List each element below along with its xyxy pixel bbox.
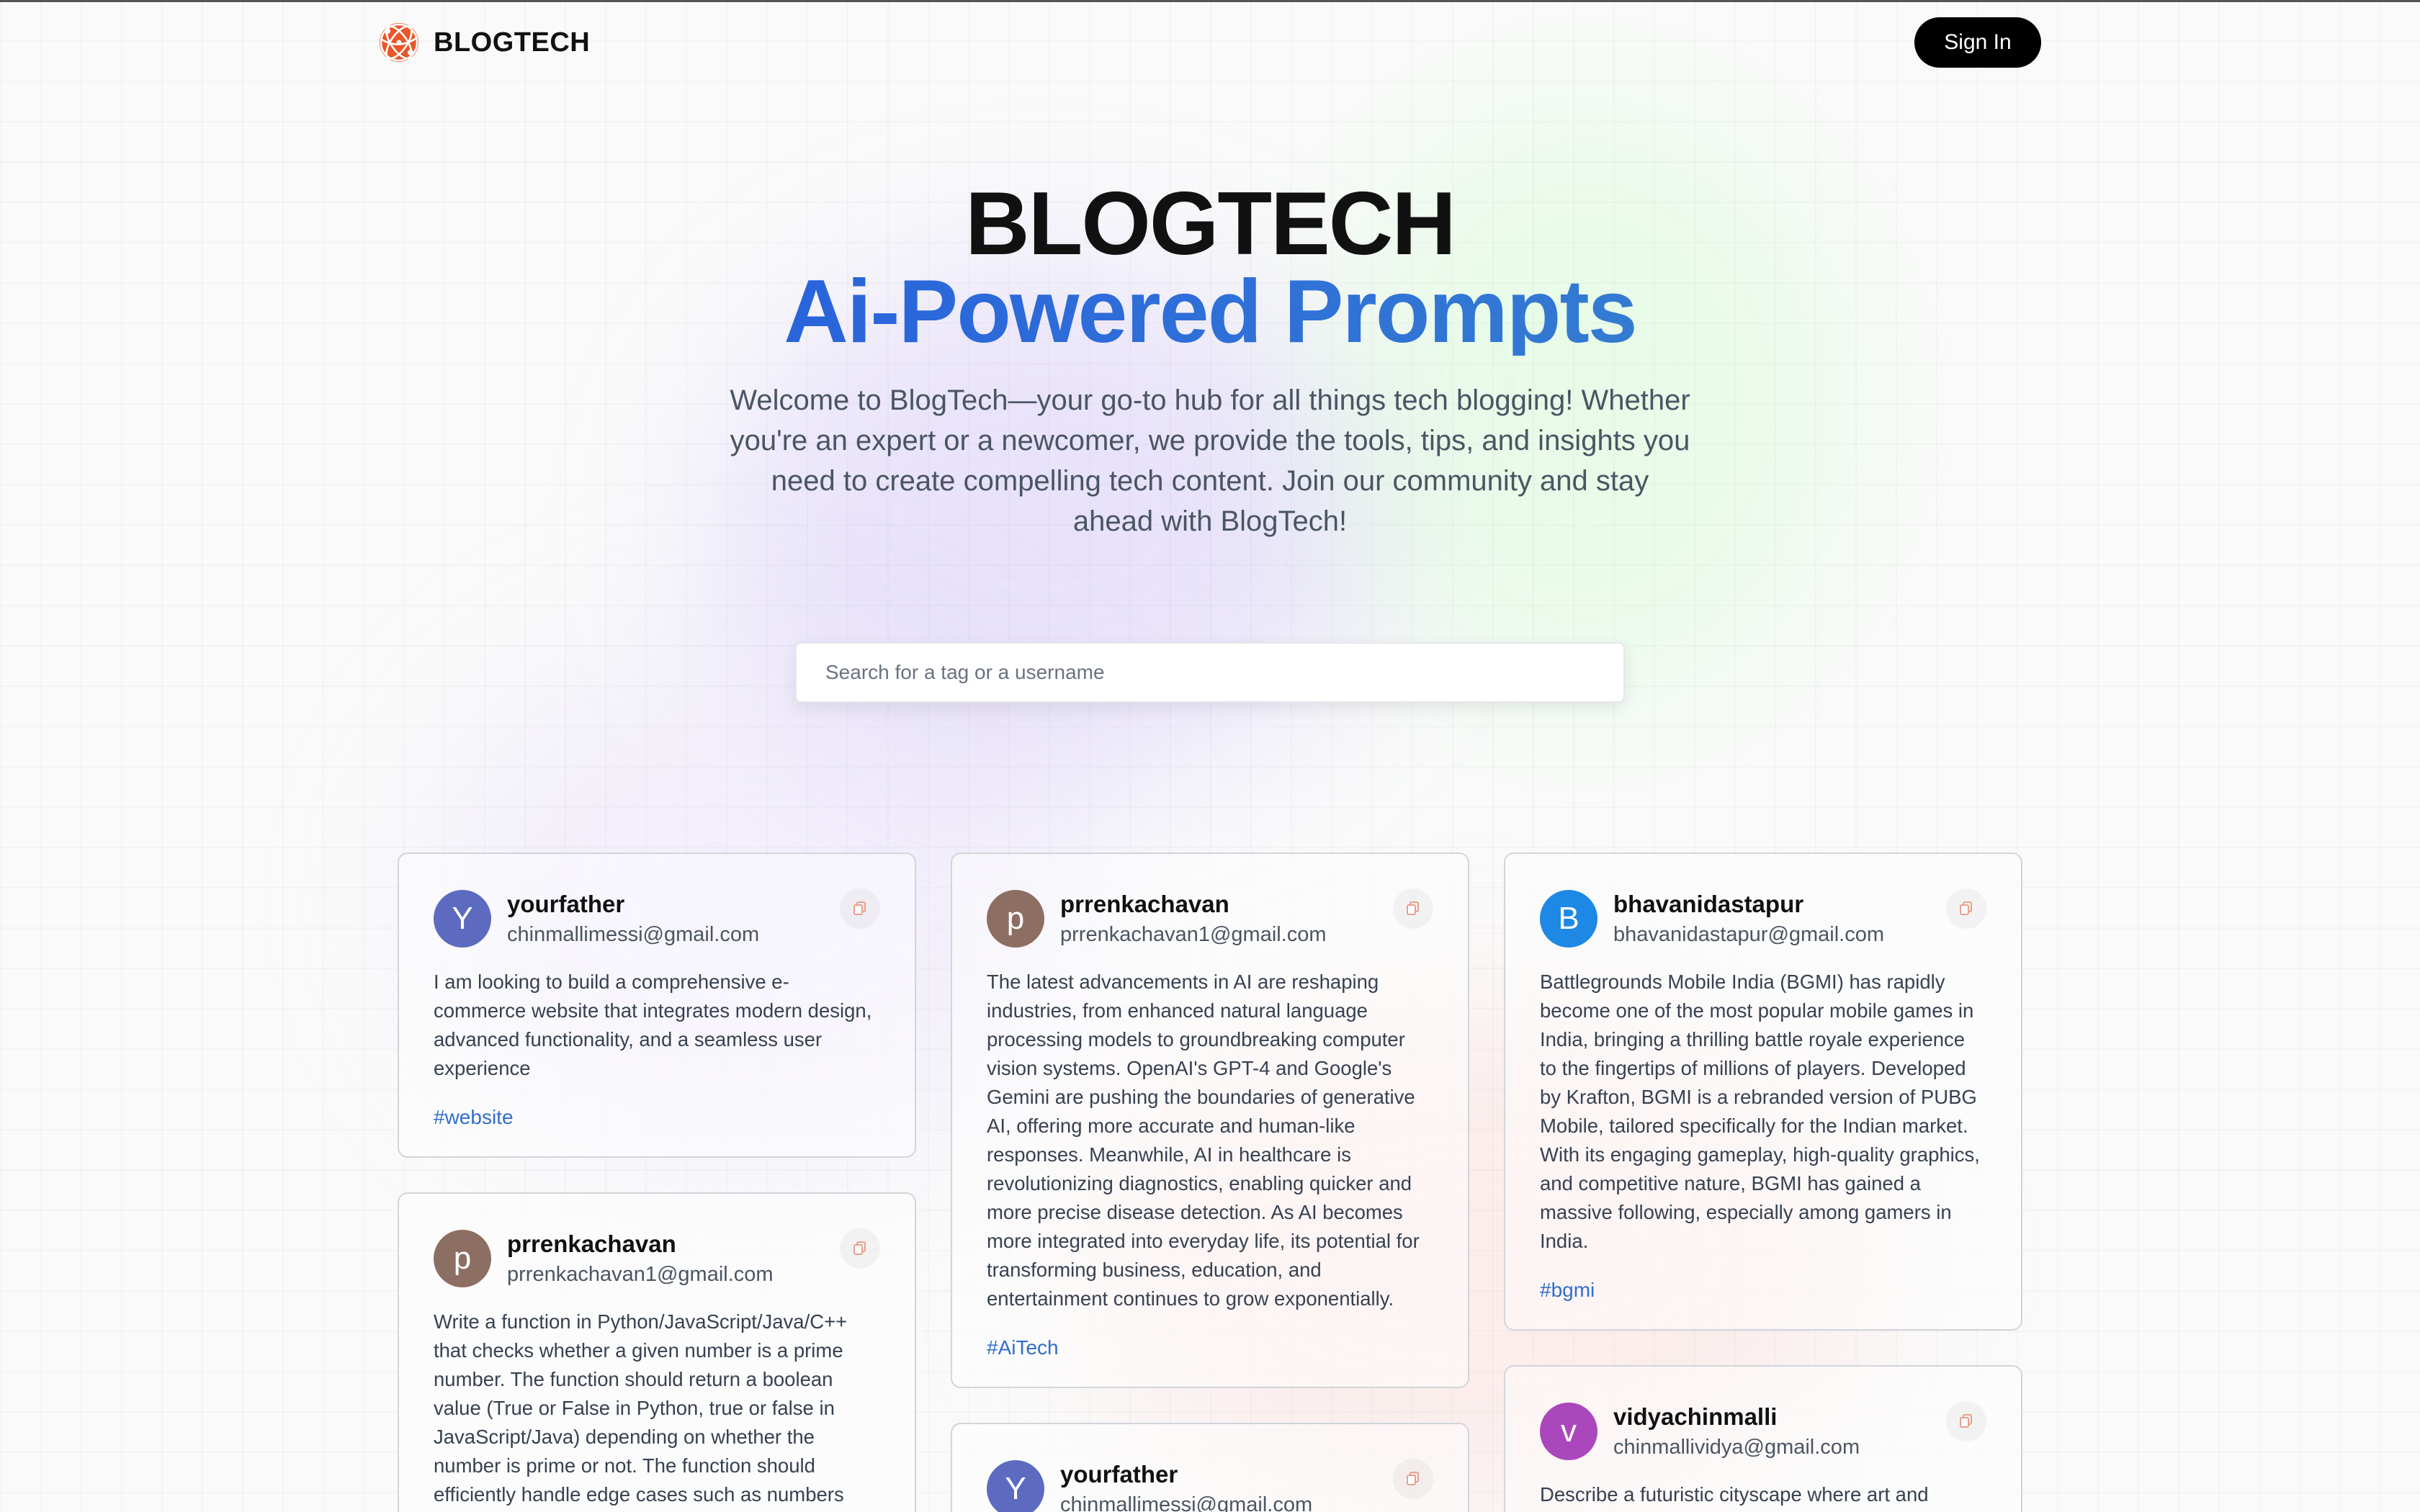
avatar[interactable]: B bbox=[1540, 890, 1597, 948]
avatar[interactable]: Y bbox=[987, 1460, 1044, 1512]
user-email: chinmallimessi@gmail.com bbox=[507, 923, 760, 946]
copy-button[interactable] bbox=[1946, 1401, 1986, 1441]
prompt-card[interactable]: Y yourfather chinmallimessi@gmail.com bbox=[951, 1423, 1469, 1512]
avatar[interactable]: p bbox=[434, 1230, 491, 1287]
feed-column: Y yourfather chinmallimessi@gmail.com I … bbox=[398, 852, 916, 1512]
copy-button[interactable] bbox=[1393, 1459, 1433, 1499]
prompt-text: The latest advancements in AI are reshap… bbox=[987, 971, 1420, 1310]
username[interactable]: vidyachinmalli bbox=[1613, 1401, 1946, 1433]
navbar: BLOGTECH Sign In bbox=[377, 17, 2041, 68]
search-form bbox=[795, 642, 1625, 703]
prompt-tag[interactable]: #website bbox=[434, 1103, 514, 1132]
prompt-feed: Y yourfather chinmallimessi@gmail.com I … bbox=[398, 852, 2022, 1512]
hero-subtitle: Ai-Powered Prompts bbox=[0, 267, 2420, 356]
sign-in-button[interactable]: Sign In bbox=[1914, 17, 2041, 68]
user-email: prrenkachavan1@gmail.com bbox=[507, 1263, 774, 1286]
brand-name: BLOGTECH bbox=[434, 27, 591, 58]
copy-icon bbox=[1405, 900, 1421, 918]
brand-link[interactable]: BLOGTECH bbox=[377, 21, 590, 64]
username[interactable]: yourfather bbox=[507, 888, 840, 920]
prompt-card[interactable]: p prrenkachavan prrenkachavan1@gmail.com… bbox=[951, 852, 1469, 1388]
prompt-card[interactable]: v vidyachinmalli chinmallividya@gmail.co… bbox=[1504, 1365, 2022, 1512]
username[interactable]: prrenkachavan bbox=[1060, 888, 1393, 920]
copy-icon bbox=[1405, 1470, 1421, 1488]
prompt-card[interactable]: B bhavanidastapur bhavanidastapur@gmail.… bbox=[1504, 852, 2022, 1331]
copy-button[interactable] bbox=[1393, 888, 1433, 929]
globe-logo-icon bbox=[377, 21, 421, 64]
avatar[interactable]: p bbox=[987, 890, 1044, 948]
prompt-text: Battlegrounds Mobile India (BGMI) has ra… bbox=[1540, 971, 1980, 1252]
prompt-card[interactable]: p prrenkachavan prrenkachavan1@gmail.com… bbox=[398, 1192, 916, 1512]
prompt-text: I am looking to build a comprehensive e-… bbox=[434, 971, 872, 1079]
user-email: chinmallimessi@gmail.com bbox=[1060, 1493, 1313, 1512]
copy-icon bbox=[852, 1240, 868, 1258]
user-email: bhavanidastapur@gmail.com bbox=[1613, 923, 1885, 946]
username[interactable]: prrenkachavan bbox=[507, 1228, 840, 1260]
feed-column: p prrenkachavan prrenkachavan1@gmail.com… bbox=[951, 852, 1469, 1512]
username[interactable]: bhavanidastapur bbox=[1613, 888, 1946, 920]
copy-button[interactable] bbox=[1946, 888, 1986, 929]
copy-icon bbox=[1958, 900, 1974, 918]
prompt-text: Write a function in Python/JavaScript/Ja… bbox=[434, 1310, 848, 1506]
copy-icon bbox=[852, 900, 868, 918]
feed-column: B bhavanidastapur bhavanidastapur@gmail.… bbox=[1504, 852, 2022, 1512]
hero-section: BLOGTECH Ai-Powered Prompts Welcome to B… bbox=[0, 174, 2420, 541]
top-border bbox=[0, 0, 2420, 2]
avatar[interactable]: Y bbox=[434, 890, 491, 948]
avatar[interactable]: v bbox=[1540, 1403, 1597, 1460]
hero-description: Welcome to BlogTech—your go-to hub for a… bbox=[730, 384, 1690, 537]
user-email: chinmallividya@gmail.com bbox=[1613, 1436, 1860, 1459]
prompt-tag[interactable]: #bgmi bbox=[1540, 1276, 1595, 1305]
search-input[interactable] bbox=[795, 642, 1625, 703]
user-email: prrenkachavan1@gmail.com bbox=[1060, 923, 1327, 946]
copy-button[interactable] bbox=[840, 1228, 880, 1269]
copy-button[interactable] bbox=[840, 888, 880, 929]
username[interactable]: yourfather bbox=[1060, 1459, 1393, 1490]
prompt-card[interactable]: Y yourfather chinmallimessi@gmail.com I … bbox=[398, 852, 916, 1158]
copy-icon bbox=[1958, 1413, 1974, 1431]
prompt-tag[interactable]: #AiTech bbox=[987, 1333, 1059, 1362]
hero-title: BLOGTECH bbox=[965, 174, 1456, 274]
prompt-text: Describe a futuristic cityscape where ar… bbox=[1540, 1483, 1929, 1506]
